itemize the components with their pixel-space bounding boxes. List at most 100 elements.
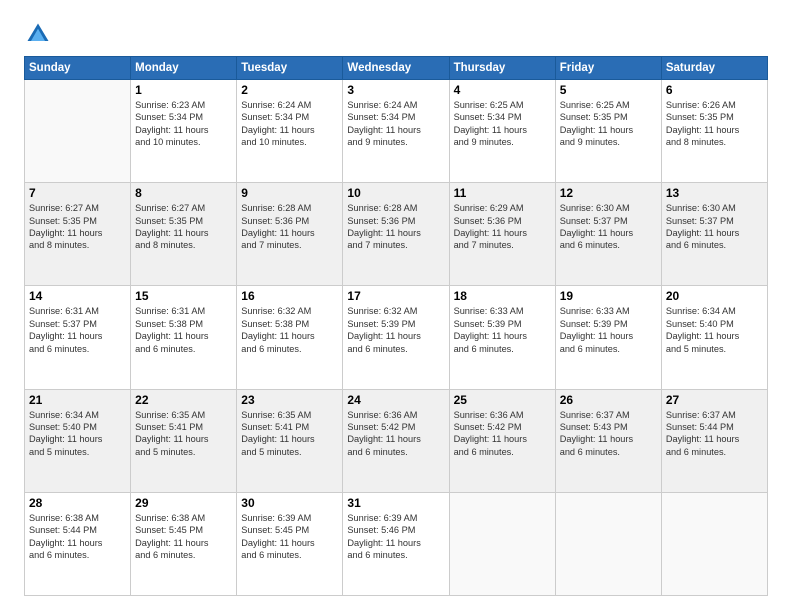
calendar-week-row: 1 Sunrise: 6:23 AM Sunset: 5:34 PM Daylig… <box>25 80 768 183</box>
calendar-day-cell: 18 Sunrise: 6:33 AM Sunset: 5:39 PM Dayli… <box>449 286 555 389</box>
calendar-day-cell: 13 Sunrise: 6:30 AM Sunset: 5:37 PM Dayli… <box>661 183 767 286</box>
calendar-week-row: 14 Sunrise: 6:31 AM Sunset: 5:37 PM Dayli… <box>25 286 768 389</box>
calendar-day-cell: 14 Sunrise: 6:31 AM Sunset: 5:37 PM Dayli… <box>25 286 131 389</box>
day-number: 13 <box>666 186 763 200</box>
day-number: 29 <box>135 496 232 510</box>
calendar-day-cell: 20Sunrise: 6:34 AM Sunset: 5:40 PM Dayli… <box>661 286 767 389</box>
logo-icon <box>24 20 52 48</box>
day-of-week-header: Tuesday <box>237 57 343 80</box>
calendar-day-cell: 6 Sunrise: 6:26 AM Sunset: 5:35 PM Daylig… <box>661 80 767 183</box>
calendar-week-row: 21Sunrise: 6:34 AM Sunset: 5:40 PM Dayli… <box>25 389 768 492</box>
day-info: Sunrise: 6:35 AM Sunset: 5:41 PM Dayligh… <box>241 409 338 459</box>
day-info: Sunrise: 6:30 AM Sunset: 5:37 PM Dayligh… <box>666 202 763 252</box>
day-number: 23 <box>241 393 338 407</box>
calendar-day-cell: 21Sunrise: 6:34 AM Sunset: 5:40 PM Dayli… <box>25 389 131 492</box>
day-number: 24 <box>347 393 444 407</box>
calendar-day-cell: 8 Sunrise: 6:27 AM Sunset: 5:35 PM Daylig… <box>131 183 237 286</box>
calendar-week-row: 7 Sunrise: 6:27 AM Sunset: 5:35 PM Daylig… <box>25 183 768 286</box>
calendar-day-cell: 22 Sunrise: 6:35 AM Sunset: 5:41 PM Dayli… <box>131 389 237 492</box>
day-info: Sunrise: 6:23 AM Sunset: 5:34 PM Dayligh… <box>135 99 232 149</box>
calendar-body: 1 Sunrise: 6:23 AM Sunset: 5:34 PM Daylig… <box>25 80 768 596</box>
calendar-day-cell: 17 Sunrise: 6:32 AM Sunset: 5:39 PM Dayli… <box>343 286 449 389</box>
calendar-day-cell: 31 Sunrise: 6:39 AM Sunset: 5:46 PM Dayli… <box>343 492 449 595</box>
day-info: Sunrise: 6:26 AM Sunset: 5:35 PM Dayligh… <box>666 99 763 149</box>
day-number: 4 <box>454 83 551 97</box>
day-number: 25 <box>454 393 551 407</box>
calendar-day-cell: 2 Sunrise: 6:24 AM Sunset: 5:34 PM Daylig… <box>237 80 343 183</box>
day-number: 17 <box>347 289 444 303</box>
day-info: Sunrise: 6:34 AM Sunset: 5:40 PM Dayligh… <box>29 409 126 459</box>
day-info: Sunrise: 6:25 AM Sunset: 5:35 PM Dayligh… <box>560 99 657 149</box>
day-number: 22 <box>135 393 232 407</box>
day-info: Sunrise: 6:28 AM Sunset: 5:36 PM Dayligh… <box>347 202 444 252</box>
day-info: Sunrise: 6:32 AM Sunset: 5:39 PM Dayligh… <box>347 305 444 355</box>
day-info: Sunrise: 6:24 AM Sunset: 5:34 PM Dayligh… <box>241 99 338 149</box>
calendar-day-cell: 15Sunrise: 6:31 AM Sunset: 5:38 PM Dayli… <box>131 286 237 389</box>
day-number: 12 <box>560 186 657 200</box>
day-number: 11 <box>454 186 551 200</box>
day-number: 7 <box>29 186 126 200</box>
day-info: Sunrise: 6:27 AM Sunset: 5:35 PM Dayligh… <box>135 202 232 252</box>
day-info: Sunrise: 6:27 AM Sunset: 5:35 PM Dayligh… <box>29 202 126 252</box>
day-of-week-header: Wednesday <box>343 57 449 80</box>
day-info: Sunrise: 6:37 AM Sunset: 5:43 PM Dayligh… <box>560 409 657 459</box>
calendar-day-cell: 30Sunrise: 6:39 AM Sunset: 5:45 PM Dayli… <box>237 492 343 595</box>
day-number: 16 <box>241 289 338 303</box>
day-number: 10 <box>347 186 444 200</box>
day-of-week-header: Thursday <box>449 57 555 80</box>
day-info: Sunrise: 6:30 AM Sunset: 5:37 PM Dayligh… <box>560 202 657 252</box>
calendar-day-cell: 28 Sunrise: 6:38 AM Sunset: 5:44 PM Dayli… <box>25 492 131 595</box>
day-number: 18 <box>454 289 551 303</box>
day-number: 31 <box>347 496 444 510</box>
day-info: Sunrise: 6:36 AM Sunset: 5:42 PM Dayligh… <box>347 409 444 459</box>
day-info: Sunrise: 6:31 AM Sunset: 5:37 PM Dayligh… <box>29 305 126 355</box>
calendar-day-cell: 26Sunrise: 6:37 AM Sunset: 5:43 PM Dayli… <box>555 389 661 492</box>
calendar-day-cell: 1 Sunrise: 6:23 AM Sunset: 5:34 PM Daylig… <box>131 80 237 183</box>
day-info: Sunrise: 6:29 AM Sunset: 5:36 PM Dayligh… <box>454 202 551 252</box>
calendar-day-cell: 5 Sunrise: 6:25 AM Sunset: 5:35 PM Daylig… <box>555 80 661 183</box>
calendar-week-row: 28 Sunrise: 6:38 AM Sunset: 5:44 PM Dayli… <box>25 492 768 595</box>
calendar-day-cell: 16 Sunrise: 6:32 AM Sunset: 5:38 PM Dayli… <box>237 286 343 389</box>
day-info: Sunrise: 6:33 AM Sunset: 5:39 PM Dayligh… <box>560 305 657 355</box>
day-info: Sunrise: 6:38 AM Sunset: 5:44 PM Dayligh… <box>29 512 126 562</box>
day-number: 15 <box>135 289 232 303</box>
page: SundayMondayTuesdayWednesdayThursdayFrid… <box>0 0 792 612</box>
day-number: 3 <box>347 83 444 97</box>
calendar-day-cell: 11 Sunrise: 6:29 AM Sunset: 5:36 PM Dayli… <box>449 183 555 286</box>
day-info: Sunrise: 6:33 AM Sunset: 5:39 PM Dayligh… <box>454 305 551 355</box>
calendar-table: SundayMondayTuesdayWednesdayThursdayFrid… <box>24 56 768 596</box>
day-info: Sunrise: 6:32 AM Sunset: 5:38 PM Dayligh… <box>241 305 338 355</box>
calendar-day-cell: 19 Sunrise: 6:33 AM Sunset: 5:39 PM Dayli… <box>555 286 661 389</box>
logo <box>24 20 56 48</box>
day-number: 1 <box>135 83 232 97</box>
calendar-day-cell: 24 Sunrise: 6:36 AM Sunset: 5:42 PM Dayli… <box>343 389 449 492</box>
day-number: 28 <box>29 496 126 510</box>
day-info: Sunrise: 6:24 AM Sunset: 5:34 PM Dayligh… <box>347 99 444 149</box>
day-number: 8 <box>135 186 232 200</box>
calendar-day-cell: 25 Sunrise: 6:36 AM Sunset: 5:42 PM Dayli… <box>449 389 555 492</box>
calendar-day-cell: 23 Sunrise: 6:35 AM Sunset: 5:41 PM Dayli… <box>237 389 343 492</box>
day-number: 27 <box>666 393 763 407</box>
day-info: Sunrise: 6:25 AM Sunset: 5:34 PM Dayligh… <box>454 99 551 149</box>
calendar-day-cell: 10 Sunrise: 6:28 AM Sunset: 5:36 PM Dayli… <box>343 183 449 286</box>
day-number: 19 <box>560 289 657 303</box>
day-info: Sunrise: 6:39 AM Sunset: 5:46 PM Dayligh… <box>347 512 444 562</box>
calendar-day-cell <box>555 492 661 595</box>
day-info: Sunrise: 6:35 AM Sunset: 5:41 PM Dayligh… <box>135 409 232 459</box>
day-info: Sunrise: 6:37 AM Sunset: 5:44 PM Dayligh… <box>666 409 763 459</box>
header-row: SundayMondayTuesdayWednesdayThursdayFrid… <box>25 57 768 80</box>
day-info: Sunrise: 6:34 AM Sunset: 5:40 PM Dayligh… <box>666 305 763 355</box>
day-number: 5 <box>560 83 657 97</box>
day-info: Sunrise: 6:38 AM Sunset: 5:45 PM Dayligh… <box>135 512 232 562</box>
day-number: 9 <box>241 186 338 200</box>
day-number: 2 <box>241 83 338 97</box>
day-of-week-header: Monday <box>131 57 237 80</box>
calendar-day-cell <box>661 492 767 595</box>
day-number: 6 <box>666 83 763 97</box>
day-info: Sunrise: 6:39 AM Sunset: 5:45 PM Dayligh… <box>241 512 338 562</box>
day-number: 14 <box>29 289 126 303</box>
day-of-week-header: Friday <box>555 57 661 80</box>
day-info: Sunrise: 6:36 AM Sunset: 5:42 PM Dayligh… <box>454 409 551 459</box>
calendar-day-cell: 4 Sunrise: 6:25 AM Sunset: 5:34 PM Daylig… <box>449 80 555 183</box>
calendar-day-cell <box>449 492 555 595</box>
